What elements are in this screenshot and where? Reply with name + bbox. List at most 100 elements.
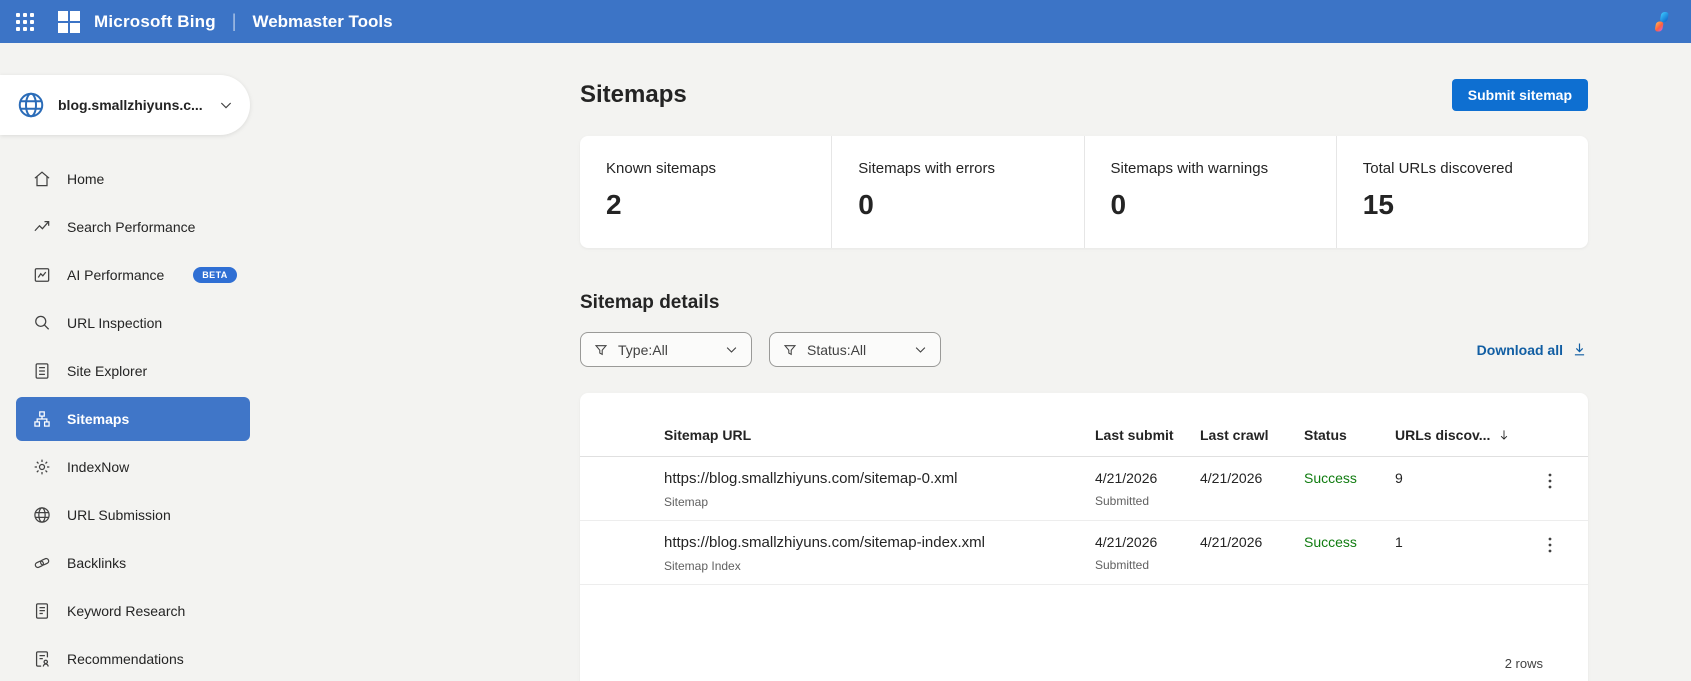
chevron-down-icon: [724, 342, 739, 357]
sidebar-item-search-performance[interactable]: Search Performance: [16, 205, 250, 249]
status-badge: Success: [1304, 470, 1395, 486]
sidebar-item-ai-performance[interactable]: AI Performance BETA: [16, 253, 250, 297]
stat-sitemaps-with-warnings: Sitemaps with warnings 0: [1084, 136, 1336, 248]
last-submit-sub: Submitted: [1095, 494, 1200, 508]
gear-icon: [32, 457, 52, 477]
submit-sitemap-button[interactable]: Submit sitemap: [1452, 79, 1588, 111]
download-icon: [1571, 341, 1588, 358]
column-header-last-crawl[interactable]: Last crawl: [1200, 427, 1304, 443]
sitemap-url[interactable]: https://blog.smallzhiyuns.com/sitemap-0.…: [664, 470, 1095, 487]
row-actions-kebab-icon[interactable]: [1542, 470, 1558, 490]
brand-title: Microsoft Bing: [94, 12, 216, 32]
sidebar-item-label: Backlinks: [67, 555, 126, 571]
sidebar-item-sitemaps[interactable]: Sitemaps: [16, 397, 250, 441]
filter-funnel-icon: [593, 342, 609, 358]
last-submit-cell: 4/21/2026 Submitted: [1095, 534, 1200, 572]
sidebar-item-label: Sitemaps: [67, 411, 129, 427]
topbar: Microsoft Bing | Webmaster Tools: [0, 0, 1691, 43]
sitemap-url-cell: https://blog.smallzhiyuns.com/sitemap-0.…: [664, 470, 1095, 509]
sidebar: blog.smallzhiyuns.c... Home Search Perfo…: [0, 43, 250, 681]
globe-site-icon: [16, 90, 46, 120]
urls-discovered-count: 1: [1395, 534, 1542, 550]
home-icon: [32, 169, 52, 189]
sidebar-item-keyword-research[interactable]: Keyword Research: [16, 589, 250, 633]
row-actions-kebab-icon[interactable]: [1542, 534, 1558, 554]
chevron-down-icon: [913, 342, 928, 357]
status-badge: Success: [1304, 534, 1395, 550]
trend-icon: [32, 217, 52, 237]
download-all-link[interactable]: Download all: [1477, 341, 1588, 358]
column-header-last-submit[interactable]: Last submit: [1095, 427, 1200, 443]
sidebar-item-label: URL Submission: [67, 507, 171, 523]
stat-value: 0: [858, 189, 1083, 221]
type-filter-dropdown[interactable]: Type:All: [580, 332, 752, 367]
status-filter-label: Status:All: [807, 342, 866, 358]
sidebar-item-home[interactable]: Home: [16, 157, 250, 201]
sitemap-url[interactable]: https://blog.smallzhiyuns.com/sitemap-in…: [664, 534, 1095, 551]
sidebar-item-label: Keyword Research: [67, 603, 185, 619]
sidebar-item-label: Search Performance: [67, 219, 195, 235]
sidebar-item-label: URL Inspection: [67, 315, 162, 331]
urls-discovered-count: 9: [1395, 470, 1542, 486]
sidebar-item-url-submission[interactable]: URL Submission: [16, 493, 250, 537]
sidebar-item-backlinks[interactable]: Backlinks: [16, 541, 250, 585]
column-header-urls-discovered[interactable]: URLs discov...: [1395, 427, 1542, 443]
beta-badge: BETA: [193, 267, 236, 283]
sitemap-icon: [32, 409, 52, 429]
sidebar-item-indexnow[interactable]: IndexNow: [16, 445, 250, 489]
filter-funnel-icon: [782, 342, 798, 358]
waffle-menu-icon[interactable]: [16, 13, 34, 31]
type-filter-label: Type:All: [618, 342, 668, 358]
stat-label: Sitemaps with warnings: [1111, 160, 1336, 177]
chevron-down-icon: [218, 97, 234, 113]
last-submit-sub: Submitted: [1095, 558, 1200, 572]
copilot-icon[interactable]: [1649, 9, 1675, 35]
sidebar-item-label: IndexNow: [67, 459, 129, 475]
table-row[interactable]: https://blog.smallzhiyuns.com/sitemap-0.…: [580, 457, 1588, 521]
topbar-divider: |: [232, 11, 237, 32]
column-header-status[interactable]: Status: [1304, 427, 1395, 443]
document-list-icon: [32, 361, 52, 381]
product-title: Webmaster Tools: [252, 12, 392, 32]
sitemap-type: Sitemap Index: [664, 559, 1095, 573]
stat-value: 15: [1363, 189, 1588, 221]
sidebar-item-url-inspection[interactable]: URL Inspection: [16, 301, 250, 345]
last-submit-cell: 4/21/2026 Submitted: [1095, 470, 1200, 508]
sitemap-type: Sitemap: [664, 495, 1095, 509]
last-submit-date: 4/21/2026: [1095, 470, 1200, 486]
stat-value: 0: [1111, 189, 1336, 221]
main-content: Sitemaps Submit sitemap Known sitemaps 2…: [580, 43, 1588, 681]
column-header-sitemap-url[interactable]: Sitemap URL: [664, 427, 1095, 443]
sitemap-table-card: Sitemap URL Last submit Last crawl Statu…: [580, 393, 1588, 681]
column-header-label: URLs discov...: [1395, 427, 1490, 443]
sidebar-item-site-explorer[interactable]: Site Explorer: [16, 349, 250, 393]
status-filter-dropdown[interactable]: Status:All: [769, 332, 941, 367]
last-submit-date: 4/21/2026: [1095, 534, 1200, 550]
stat-known-sitemaps: Known sitemaps 2: [580, 136, 831, 248]
stat-total-urls-discovered: Total URLs discovered 15: [1336, 136, 1588, 248]
stat-label: Known sitemaps: [606, 160, 831, 177]
document-person-icon: [32, 649, 52, 669]
sidebar-item-label: Recommendations: [67, 651, 184, 667]
sidebar-nav: Home Search Performance AI Performance B…: [0, 157, 250, 681]
stat-sitemaps-with-errors: Sitemaps with errors 0: [831, 136, 1083, 248]
document-icon: [32, 601, 52, 621]
last-crawl-date: 4/21/2026: [1200, 534, 1304, 550]
stat-label: Total URLs discovered: [1363, 160, 1588, 177]
table-header-row: Sitemap URL Last submit Last crawl Statu…: [580, 413, 1588, 457]
stats-card: Known sitemaps 2 Sitemaps with errors 0 …: [580, 136, 1588, 248]
last-crawl-date: 4/21/2026: [1200, 470, 1304, 486]
stat-value: 2: [606, 189, 831, 221]
page-title: Sitemaps: [580, 81, 687, 109]
download-all-label: Download all: [1477, 342, 1563, 358]
sidebar-item-label: Site Explorer: [67, 363, 147, 379]
table-row[interactable]: https://blog.smallzhiyuns.com/sitemap-in…: [580, 521, 1588, 585]
sitemap-url-cell: https://blog.smallzhiyuns.com/sitemap-in…: [664, 534, 1095, 573]
site-name: blog.smallzhiyuns.c...: [58, 97, 203, 113]
ai-performance-icon: [32, 265, 52, 285]
row-count: 2 rows: [1505, 656, 1543, 671]
sitemap-details-heading: Sitemap details: [580, 292, 1588, 314]
sidebar-item-recommendations[interactable]: Recommendations: [16, 637, 250, 681]
site-selector[interactable]: blog.smallzhiyuns.c...: [0, 75, 250, 135]
link-icon: [32, 553, 52, 573]
